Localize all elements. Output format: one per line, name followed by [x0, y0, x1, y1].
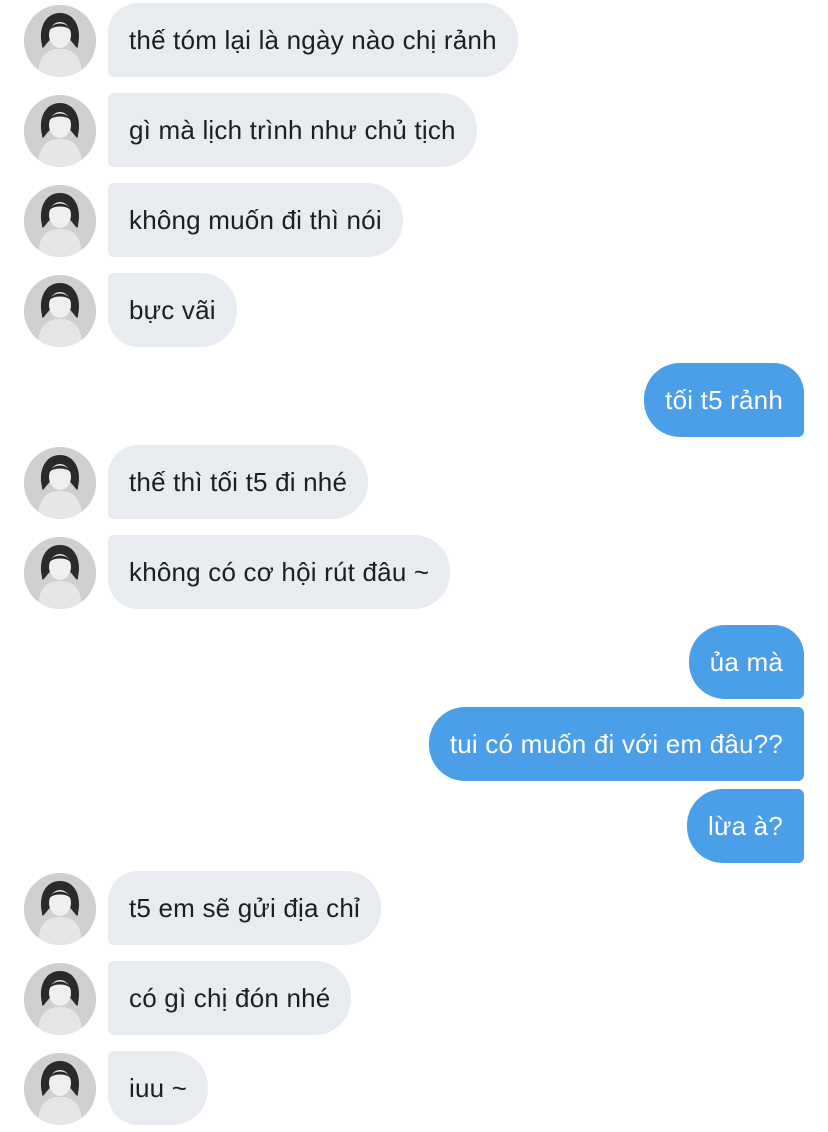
contact-avatar[interactable] — [24, 95, 96, 167]
contact-avatar[interactable] — [24, 185, 96, 257]
incoming-message-bubble[interactable]: không có cơ hội rút đâu ~ — [108, 535, 451, 609]
message-row: iuu ~ — [0, 1051, 828, 1125]
avatar-portrait-icon — [24, 275, 96, 347]
message-row: lừa à? — [0, 789, 828, 863]
message-row: ủa mà — [0, 625, 828, 699]
contact-avatar[interactable] — [24, 537, 96, 609]
contact-avatar[interactable] — [24, 963, 96, 1035]
outgoing-message-bubble[interactable]: lừa à? — [687, 789, 804, 863]
avatar-portrait-icon — [24, 1053, 96, 1125]
avatar-portrait-icon — [24, 95, 96, 167]
avatar-portrait-icon — [24, 537, 96, 609]
incoming-message-bubble[interactable]: iuu ~ — [108, 1051, 209, 1125]
avatar-portrait-icon — [24, 963, 96, 1035]
incoming-message-bubble[interactable]: không muốn đi thì nói — [108, 183, 403, 257]
outgoing-message-bubble[interactable]: tối t5 rảnh — [644, 363, 804, 437]
contact-avatar[interactable] — [24, 873, 96, 945]
avatar-portrait-icon — [24, 447, 96, 519]
incoming-message-bubble[interactable]: thế tóm lại là ngày nào chị rảnh — [108, 3, 518, 77]
incoming-message-bubble[interactable]: thế thì tối t5 đi nhé — [108, 445, 369, 519]
contact-avatar[interactable] — [24, 5, 96, 77]
message-row: không có cơ hội rút đâu ~ — [0, 535, 828, 609]
message-row: tối t5 rảnh — [0, 363, 828, 437]
message-row: t5 em sẽ gửi địa chỉ — [0, 871, 828, 945]
avatar-portrait-icon — [24, 185, 96, 257]
outgoing-message-bubble[interactable]: tui có muốn đi với em đâu?? — [428, 707, 804, 781]
message-row: thế thì tối t5 đi nhé — [0, 445, 828, 519]
message-row: bực vãi — [0, 273, 828, 347]
contact-avatar[interactable] — [24, 1053, 96, 1125]
incoming-message-bubble[interactable]: bực vãi — [108, 273, 237, 347]
message-row: gì mà lịch trình như chủ tịch — [0, 93, 828, 167]
contact-avatar[interactable] — [24, 275, 96, 347]
avatar-portrait-icon — [24, 873, 96, 945]
incoming-message-bubble[interactable]: có gì chị đón nhé — [108, 961, 352, 1035]
incoming-message-bubble[interactable]: t5 em sẽ gửi địa chỉ — [108, 871, 381, 945]
message-row: không muốn đi thì nói — [0, 183, 828, 257]
outgoing-message-bubble[interactable]: ủa mà — [688, 625, 804, 699]
message-row: thế tóm lại là ngày nào chị rảnh — [0, 3, 828, 77]
message-row: có gì chị đón nhé — [0, 961, 828, 1035]
avatar-portrait-icon — [24, 5, 96, 77]
contact-avatar[interactable] — [24, 447, 96, 519]
message-row: tui có muốn đi với em đâu?? — [0, 707, 828, 781]
incoming-message-bubble[interactable]: gì mà lịch trình như chủ tịch — [108, 93, 477, 167]
